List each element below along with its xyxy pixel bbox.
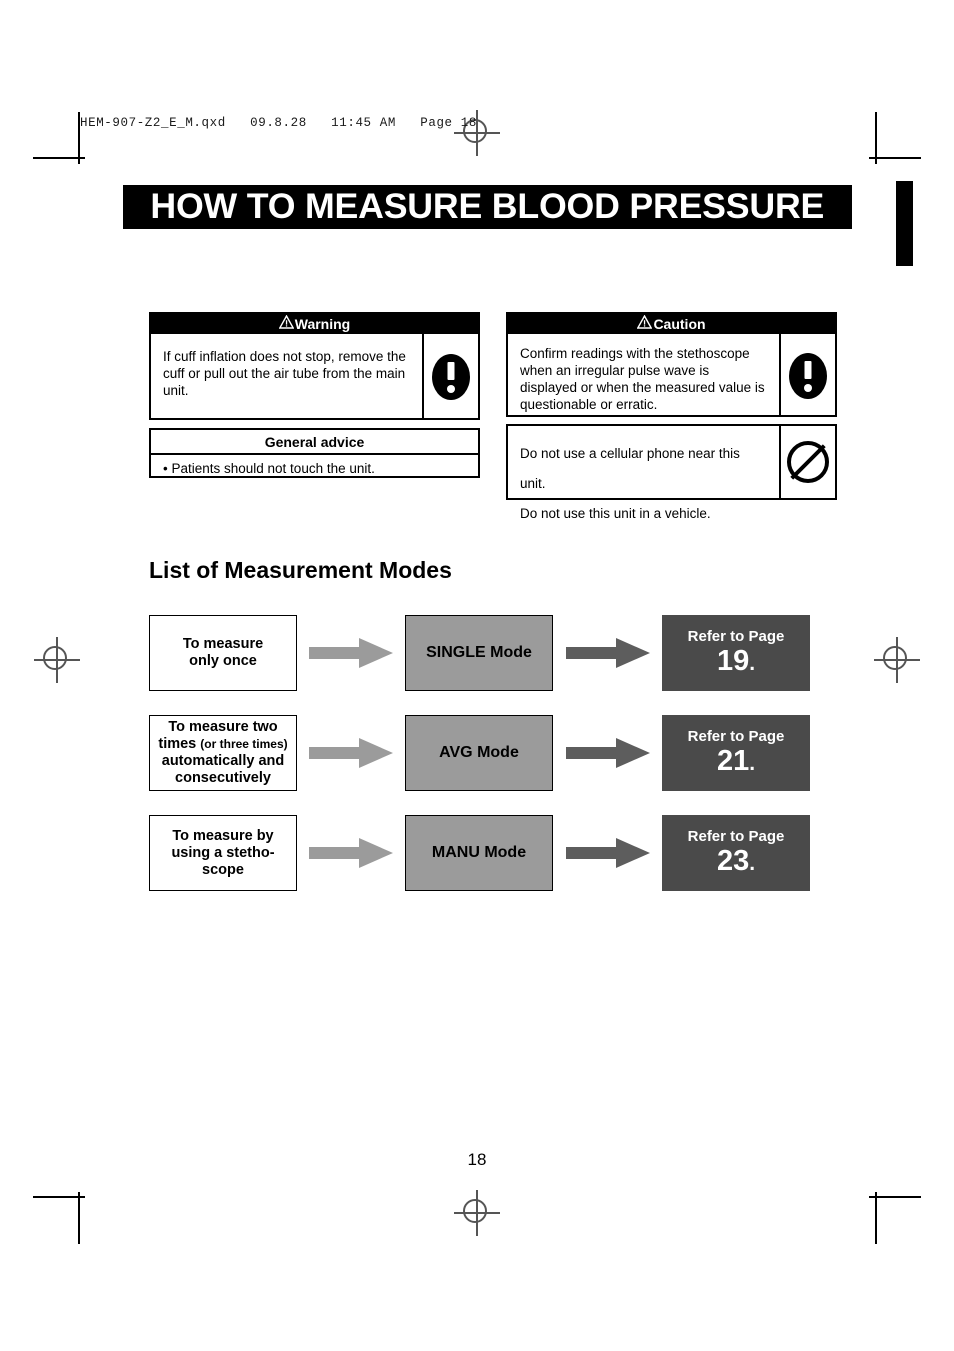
flow-mode-box: MANU Mode [405,815,553,891]
warning-box: Warning If cuff inflation does not stop,… [149,312,480,420]
flow-condition-line-1: To measure by [172,827,274,844]
warning-box-text-cell: If cuff inflation does not stop, remove … [151,334,422,420]
prohibition-text-cell: Do not use a cellular phone near this un… [508,426,779,521]
caution-box-text-cell: Confirm readings with the stethoscope wh… [508,334,779,417]
caution-box-icon-cell [779,334,835,417]
prohibition-box: Do not use a cellular phone near this un… [506,424,837,521]
prohibition-text-line-2: Do not use this unit in a vehicle. [520,506,711,521]
flow-page-reference-box[interactable]: Refer to Page 21. [662,715,810,791]
flow-arrow-dark [566,637,650,669]
section-heading: List of Measurement Modes [149,557,452,583]
flow-page-number: 23. [716,844,756,877]
general-advice-box: General advice • Patients should not tou… [149,428,480,478]
flow-page-reference-box[interactable]: Refer to Page 19. [662,615,810,691]
warning-triangle-icon [278,314,295,334]
printers-mark-header: HEM-907-Z2_E_M.qxd 09.8.28 11:45 AM Page… [80,116,477,130]
registration-mark-right-center [874,637,920,683]
caution-box-header-label: Caution [653,316,706,332]
flow-page-label: Refer to Page [687,827,785,845]
flow-condition-line-2: using a stetho- [171,844,275,861]
flow-condition-box: To measure two times (or three times) au… [149,715,297,791]
flow-arrow-light [309,637,393,669]
caution-box-text: Confirm readings with the stethoscope wh… [520,346,765,412]
flow-arrow-dark [566,837,650,869]
flow-condition-line-1: To measure two [168,719,278,735]
flow-mode-label: SINGLE Mode [426,644,532,661]
flow-mode-label: AVG Mode [439,744,519,761]
exclamation-circle-icon [789,352,827,399]
page-number: 18 [467,1150,487,1169]
flow-condition-line-3: scope [202,861,244,878]
flow-arrow-light [309,737,393,769]
warning-box-header-label: Warning [294,316,351,332]
flow-condition-box: To measure only once [149,615,297,691]
registration-mark-bottom-center [454,1190,500,1236]
flow-arrow-light [309,837,393,869]
prohibition-text-line-1: Do not use a cellular phone near this un… [520,446,740,491]
prohibition-icon-cell [779,426,835,498]
warning-box-text: If cuff inflation does not stop, remove … [163,349,406,398]
general-advice-text: • Patients should not touch the unit. [163,461,375,476]
flow-condition-line-2: only once [189,653,257,669]
general-advice-header: General advice [151,430,478,455]
caution-triangle-icon [637,314,653,334]
crop-mark-top-right-horizontal [869,157,921,159]
flow-condition-box: To measure by using a stetho- scope [149,815,297,891]
warning-box-header: Warning [151,314,478,334]
crop-mark-bottom-left-horizontal [33,1196,85,1198]
flow-arrow-dark [566,737,650,769]
flow-mode-label: MANU Mode [431,844,527,861]
flow-mode-box: AVG Mode [405,715,553,791]
flow-condition-line-4: consecutively [175,770,271,786]
flow-condition-line-2-small: (or three times) [200,737,288,751]
caution-box: Caution Confirm readings with the stetho… [506,312,837,417]
caution-box-header: Caution [508,314,835,334]
flow-condition-line-1: To measure [182,636,264,652]
flow-condition-line-3: automatically and [161,753,285,769]
crop-mark-top-left-horizontal [33,157,85,159]
prohibition-icon [787,441,829,483]
flow-mode-box: SINGLE Mode [405,615,553,691]
crop-mark-bottom-right-vertical [875,1192,877,1244]
page-title: HOW TO MEASURE BLOOD PRESSURE [150,187,825,226]
flow-page-label: Refer to Page [687,727,785,745]
flow-page-label: Refer to Page [687,627,785,645]
flow-page-number: 21. [716,744,756,777]
flow-page-number: 19. [716,644,756,677]
flow-condition-line-2: times [158,736,197,752]
crop-mark-bottom-right-horizontal [869,1196,921,1198]
warning-box-icon-cell [422,334,478,420]
exclamation-circle-icon [432,354,470,400]
crop-mark-bottom-left-vertical [78,1192,80,1244]
flow-page-reference-box[interactable]: Refer to Page 23. [662,815,810,891]
registration-mark-left-center [34,637,80,683]
thumb-index-tab [896,181,913,266]
page-title-banner: HOW TO MEASURE BLOOD PRESSURE [123,185,852,229]
